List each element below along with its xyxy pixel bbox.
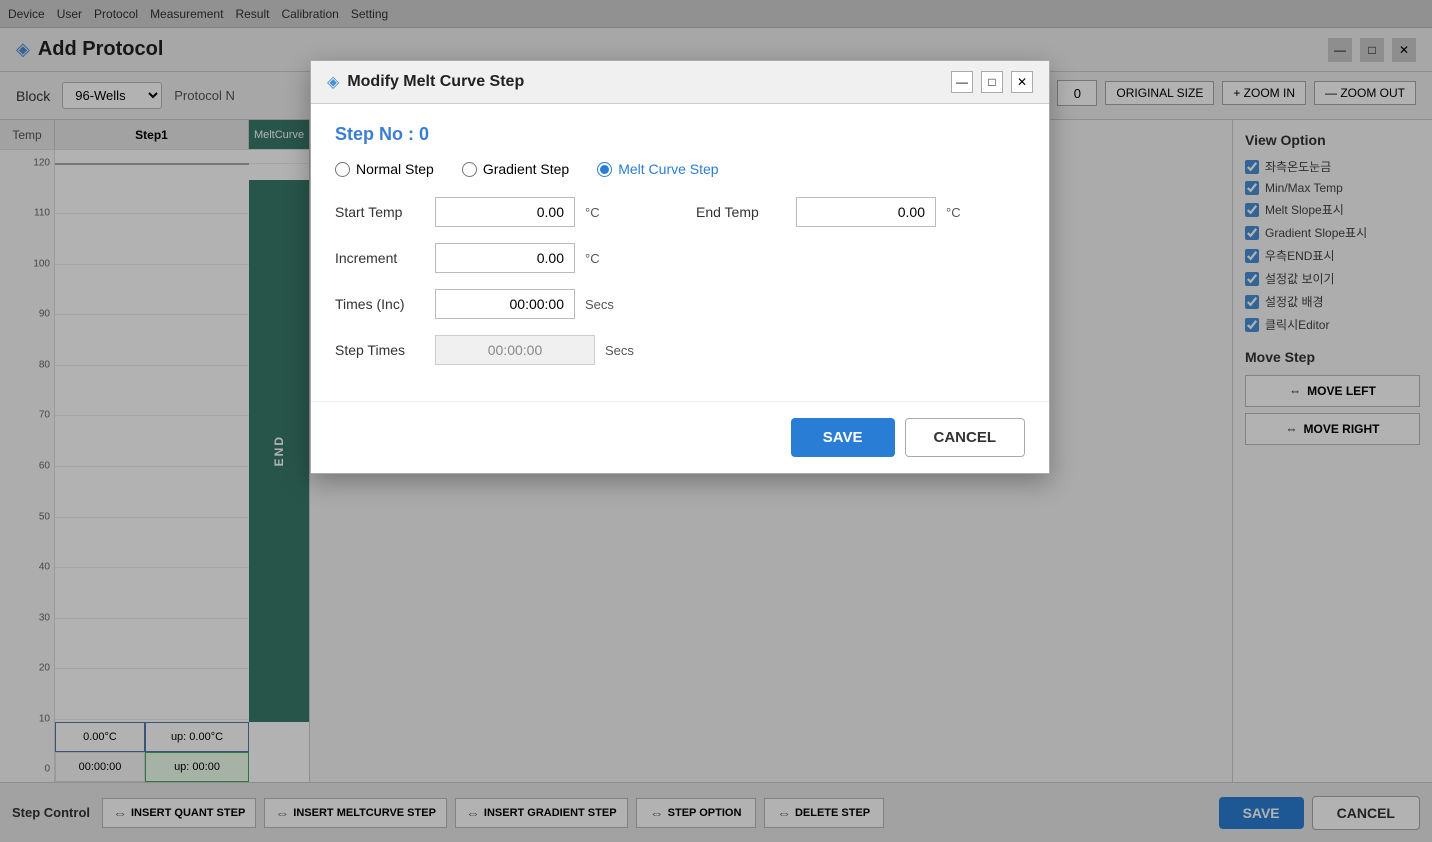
radio-gradient[interactable]: Gradient Step: [462, 161, 569, 177]
start-temp-unit: °C: [585, 205, 600, 220]
start-temp-label: Start Temp: [335, 204, 425, 220]
step-times-row: Step Times Secs: [335, 335, 664, 365]
increment-row: Increment °C: [335, 243, 664, 273]
times-inc-unit: Secs: [585, 297, 614, 312]
modal-footer: SAVE CANCEL: [311, 401, 1049, 473]
radio-normal[interactable]: Normal Step: [335, 161, 434, 177]
end-temp-input[interactable]: [796, 197, 936, 227]
radio-meltcurve[interactable]: Melt Curve Step: [597, 161, 718, 177]
times-inc-label: Times (Inc): [335, 296, 425, 312]
modal-close-button[interactable]: ✕: [1011, 71, 1033, 93]
step-times-input: [435, 335, 595, 365]
end-temp-unit: °C: [946, 205, 961, 220]
step-times-label: Step Times: [335, 342, 425, 358]
times-inc-row: Times (Inc) Secs: [335, 289, 664, 319]
empty-cell-2: [696, 289, 1025, 319]
modal-title: Modify Melt Curve Step: [347, 73, 943, 91]
radio-normal-label: Normal Step: [356, 161, 434, 177]
start-temp-input[interactable]: [435, 197, 575, 227]
end-temp-row: End Temp °C: [696, 197, 1025, 227]
increment-label: Increment: [335, 250, 425, 266]
modal-icon: ◈: [327, 72, 339, 92]
modal-dialog: ◈ Modify Melt Curve Step — □ ✕ Step No :…: [310, 60, 1050, 474]
empty-cell: [696, 243, 1025, 273]
radio-normal-input[interactable]: [335, 162, 350, 177]
radio-gradient-input[interactable]: [462, 162, 477, 177]
radio-meltcurve-input[interactable]: [597, 162, 612, 177]
times-inc-input[interactable]: [435, 289, 575, 319]
start-temp-row: Start Temp °C: [335, 197, 664, 227]
modal-save-button[interactable]: SAVE: [791, 418, 895, 457]
radio-gradient-label: Gradient Step: [483, 161, 569, 177]
radio-row: Normal Step Gradient Step Melt Curve Ste…: [335, 161, 1025, 177]
radio-meltcurve-label: Melt Curve Step: [618, 161, 718, 177]
increment-unit: °C: [585, 251, 600, 266]
step-times-unit: Secs: [605, 343, 634, 358]
increment-input[interactable]: [435, 243, 575, 273]
modal-minimize-button[interactable]: —: [951, 71, 973, 93]
step-number: Step No : 0: [335, 124, 1025, 145]
main-window: Device User Protocol Measurement Result …: [0, 0, 1432, 842]
form-fields: Start Temp °C End Temp °C Increment °C: [335, 197, 1025, 365]
modal-maximize-button[interactable]: □: [981, 71, 1003, 93]
modal-cancel-button[interactable]: CANCEL: [905, 418, 1026, 457]
modal-body: Step No : 0 Normal Step Gradient Step Me…: [311, 104, 1049, 401]
end-temp-label: End Temp: [696, 204, 786, 220]
modal-title-bar: ◈ Modify Melt Curve Step — □ ✕: [311, 61, 1049, 104]
